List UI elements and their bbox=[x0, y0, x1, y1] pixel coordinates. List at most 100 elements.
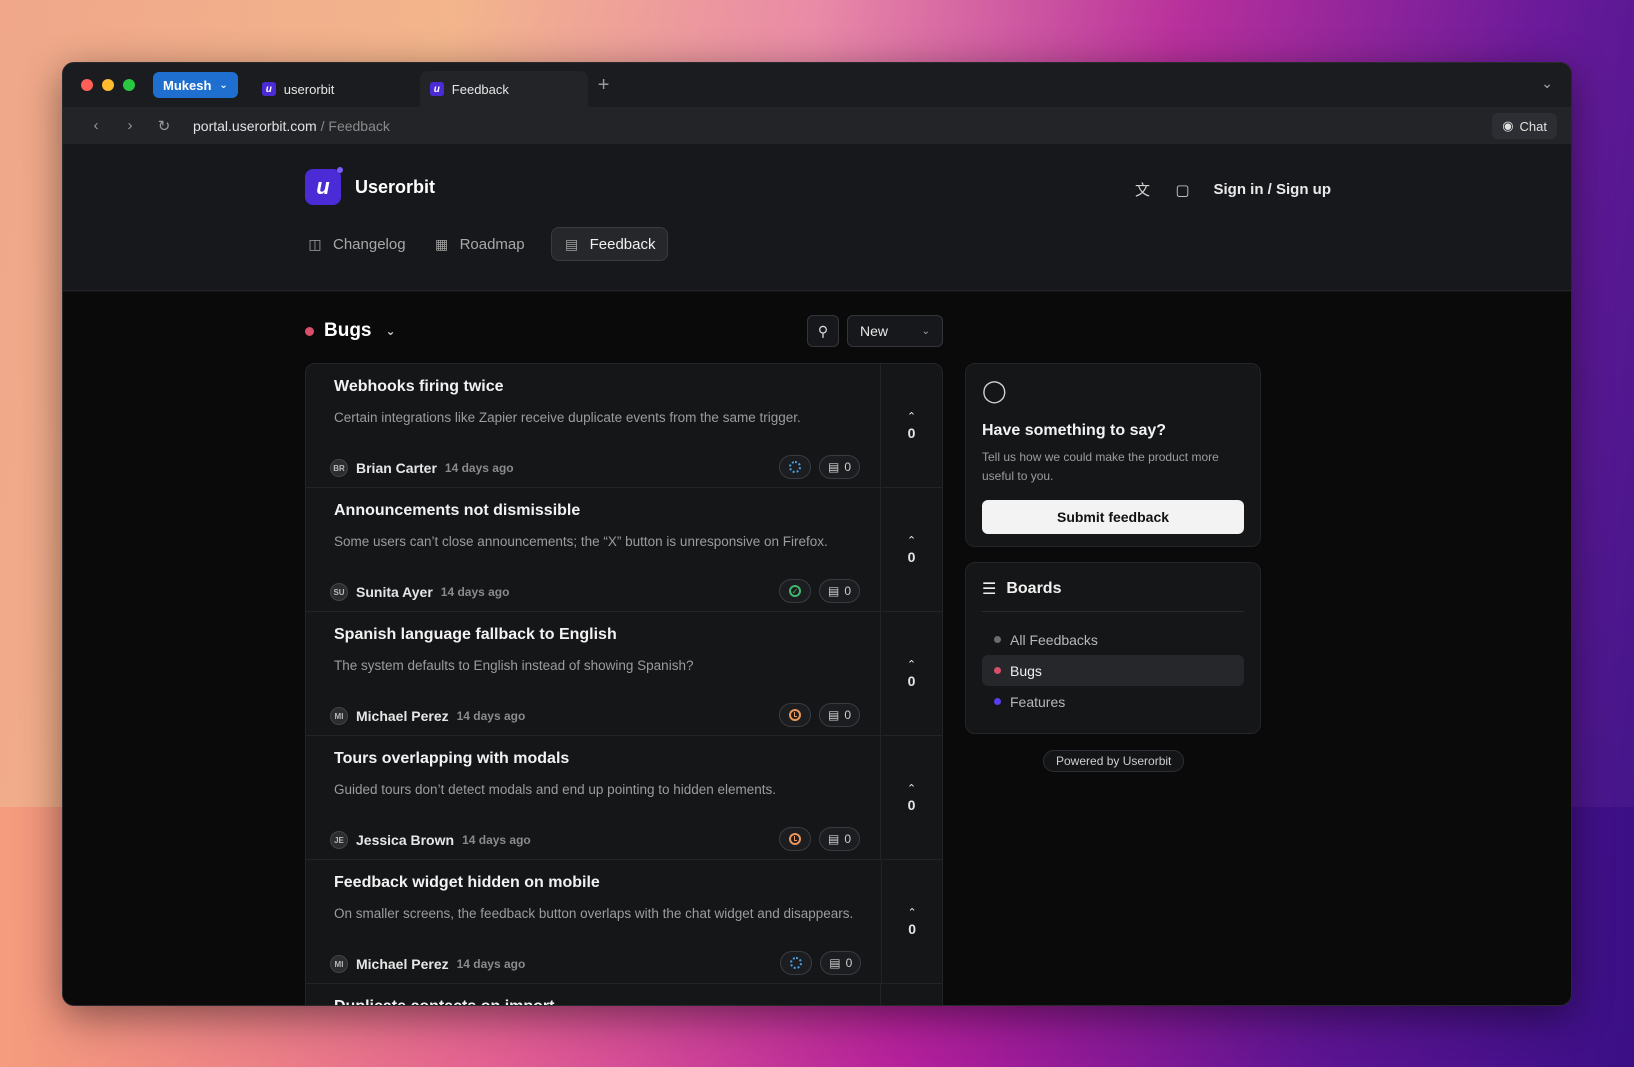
forward-arrow-icon[interactable]: › bbox=[113, 117, 147, 134]
new-tab-plus-icon[interactable]: + bbox=[598, 74, 610, 97]
post-author: Michael Perez bbox=[356, 956, 449, 972]
board-color-dot bbox=[305, 326, 314, 336]
post-item[interactable]: Feedback widget hidden on mobile On smal… bbox=[306, 860, 942, 984]
comment-count: 0 bbox=[844, 460, 851, 474]
vote-count: 0 bbox=[907, 673, 916, 689]
comments-badge[interactable]: ▤ 0 bbox=[818, 703, 860, 727]
signin-link[interactable]: Sign in / Sign up bbox=[1214, 181, 1332, 198]
header-actions: 文 ▢ Sign in / Sign up bbox=[1134, 179, 1332, 200]
post-item[interactable]: Spanish language fallback to English The… bbox=[306, 612, 942, 736]
status-badge[interactable] bbox=[778, 827, 811, 851]
url-field[interactable]: portal.userorbit.com / Feedback bbox=[193, 118, 390, 134]
post-author: Brian Carter bbox=[356, 460, 437, 476]
chevron-up-icon: ⌃ bbox=[906, 535, 917, 547]
upvote-button[interactable]: ⌃ 0 bbox=[880, 488, 942, 611]
post-author: Jessica Brown bbox=[356, 832, 455, 848]
avatar: SU bbox=[330, 583, 348, 601]
chat-button[interactable]: ◉ Chat bbox=[1492, 113, 1557, 139]
post-title[interactable]: Duplicate contacts on import bbox=[334, 998, 852, 1005]
maximize-window-button[interactable] bbox=[123, 79, 135, 91]
upvote-button[interactable]: ⌃ 0 bbox=[880, 736, 942, 859]
upvote-button[interactable]: ⌃ 0 bbox=[880, 612, 942, 735]
comment-icon: ▤ bbox=[827, 584, 840, 598]
avatar: MI bbox=[330, 955, 348, 973]
comments-badge[interactable]: ▤ 0 bbox=[818, 455, 860, 479]
userorbit-logo-icon: u bbox=[305, 167, 343, 205]
post-title[interactable]: Feedback widget hidden on mobile bbox=[334, 874, 853, 892]
browser-window: Mukesh ⌄ u userorbit u Feedback + ⌄ ‹ › … bbox=[62, 62, 1572, 1006]
board-item[interactable]: Features bbox=[982, 686, 1244, 717]
layers-icon: ☰ bbox=[982, 581, 997, 598]
brand-link[interactable]: u Userorbit bbox=[305, 167, 435, 205]
post-time: 14 days ago bbox=[440, 585, 510, 599]
post-item[interactable]: Announcements not dismissible Some users… bbox=[306, 488, 942, 612]
nav-label: Roadmap bbox=[459, 235, 525, 253]
post-title[interactable]: Tours overlapping with modals bbox=[334, 750, 852, 768]
post-body: Feedback widget hidden on mobile On smal… bbox=[306, 860, 881, 983]
board-label: Features bbox=[1010, 693, 1066, 710]
nav-roadmap[interactable]: ▦ Roadmap bbox=[432, 227, 537, 261]
upvote-button[interactable]: ⌃ 0 bbox=[880, 364, 942, 487]
post-time: 14 days ago bbox=[462, 833, 531, 847]
boards-title: Boards bbox=[1006, 580, 1062, 597]
chat-label: Chat bbox=[1519, 118, 1547, 134]
tab-list-chevron-icon[interactable]: ⌄ bbox=[1541, 75, 1553, 92]
vote-count: 0 bbox=[907, 549, 916, 565]
post-title[interactable]: Announcements not dismissible bbox=[334, 502, 852, 520]
powered-by-badge[interactable]: Powered by Userorbit bbox=[1043, 750, 1185, 772]
post-item[interactable]: Tours overlapping with modals Guided tou… bbox=[306, 736, 942, 860]
clock-icon bbox=[788, 833, 801, 845]
board-item[interactable]: Bugs bbox=[982, 655, 1244, 686]
status-badge[interactable] bbox=[778, 455, 811, 479]
reload-icon[interactable]: ↻ bbox=[147, 117, 181, 135]
feedback-cta-card: ◯ Have something to say? Tell us how we … bbox=[965, 363, 1261, 547]
url-host: portal.userorbit.com bbox=[193, 117, 317, 134]
post-item[interactable]: Duplicate contacts on import bbox=[306, 984, 942, 1005]
post-title[interactable]: Webhooks firing twice bbox=[334, 378, 852, 396]
address-bar: ‹ › ↻ portal.userorbit.com / Feedback ◉ … bbox=[63, 107, 1571, 145]
minimize-window-button[interactable] bbox=[102, 79, 114, 91]
search-icon: ⚲ bbox=[817, 322, 829, 339]
status-badge[interactable]: ✓ bbox=[778, 579, 811, 603]
submit-feedback-button[interactable]: Submit feedback bbox=[982, 500, 1244, 534]
upvote-button[interactable] bbox=[880, 984, 942, 1005]
comment-icon: ▤ bbox=[829, 956, 841, 970]
post-title[interactable]: Spanish language fallback to English bbox=[334, 626, 852, 644]
clock-icon bbox=[788, 709, 801, 721]
tab-userorbit[interactable]: u userorbit bbox=[252, 71, 420, 107]
status-badge[interactable] bbox=[780, 951, 813, 975]
monitor-icon[interactable]: ▢ bbox=[1174, 181, 1192, 199]
in-progress-status-icon bbox=[790, 957, 803, 969]
lightbulb-icon: ◯ bbox=[982, 378, 1007, 403]
board-selector[interactable]: Bugs ⌄ bbox=[305, 320, 396, 342]
comments-badge[interactable]: ▤ 0 bbox=[820, 951, 862, 975]
nav-label: Changelog bbox=[333, 235, 406, 253]
board-item[interactable]: All Feedbacks bbox=[982, 624, 1244, 655]
nav-changelog[interactable]: ◫ Changelog bbox=[305, 227, 418, 261]
upvote-button[interactable]: ⌃ 0 bbox=[881, 860, 942, 983]
post-list: Webhooks firing twice Certain integratio… bbox=[305, 363, 943, 1005]
board-color-dot bbox=[994, 698, 1001, 705]
search-button[interactable]: ⚲ bbox=[807, 315, 839, 347]
post-author: Michael Perez bbox=[356, 708, 449, 724]
translate-icon[interactable]: 文 bbox=[1134, 179, 1152, 200]
avatar: MI bbox=[330, 707, 348, 725]
post-body: Tours overlapping with modals Guided tou… bbox=[306, 736, 880, 859]
status-badge[interactable] bbox=[778, 703, 811, 727]
post-badges: ✓ ▤ 0 bbox=[778, 579, 860, 603]
tab-feedback[interactable]: u Feedback bbox=[419, 71, 588, 107]
comments-badge[interactable]: ▤ 0 bbox=[818, 827, 860, 851]
sort-select[interactable]: New ⌄ bbox=[847, 315, 943, 347]
profile-button[interactable]: Mukesh ⌄ bbox=[153, 72, 238, 98]
close-window-button[interactable] bbox=[81, 79, 93, 91]
nav-feedback[interactable]: ▤ Feedback bbox=[550, 227, 669, 261]
post-item[interactable]: Webhooks firing twice Certain integratio… bbox=[306, 364, 942, 488]
back-arrow-icon[interactable]: ‹ bbox=[79, 117, 113, 134]
userorbit-favicon-icon: u bbox=[429, 82, 444, 96]
map-icon: ▦ bbox=[434, 235, 449, 252]
boards-header: ☰ Boards bbox=[982, 579, 1244, 612]
comment-count: 0 bbox=[844, 832, 851, 846]
post-meta: SU Sunita Ayer 14 days ago bbox=[330, 583, 509, 601]
comments-badge[interactable]: ▤ 0 bbox=[818, 579, 860, 603]
boards-card: ☰ Boards All Feedbacks Bugs Features bbox=[965, 562, 1261, 734]
